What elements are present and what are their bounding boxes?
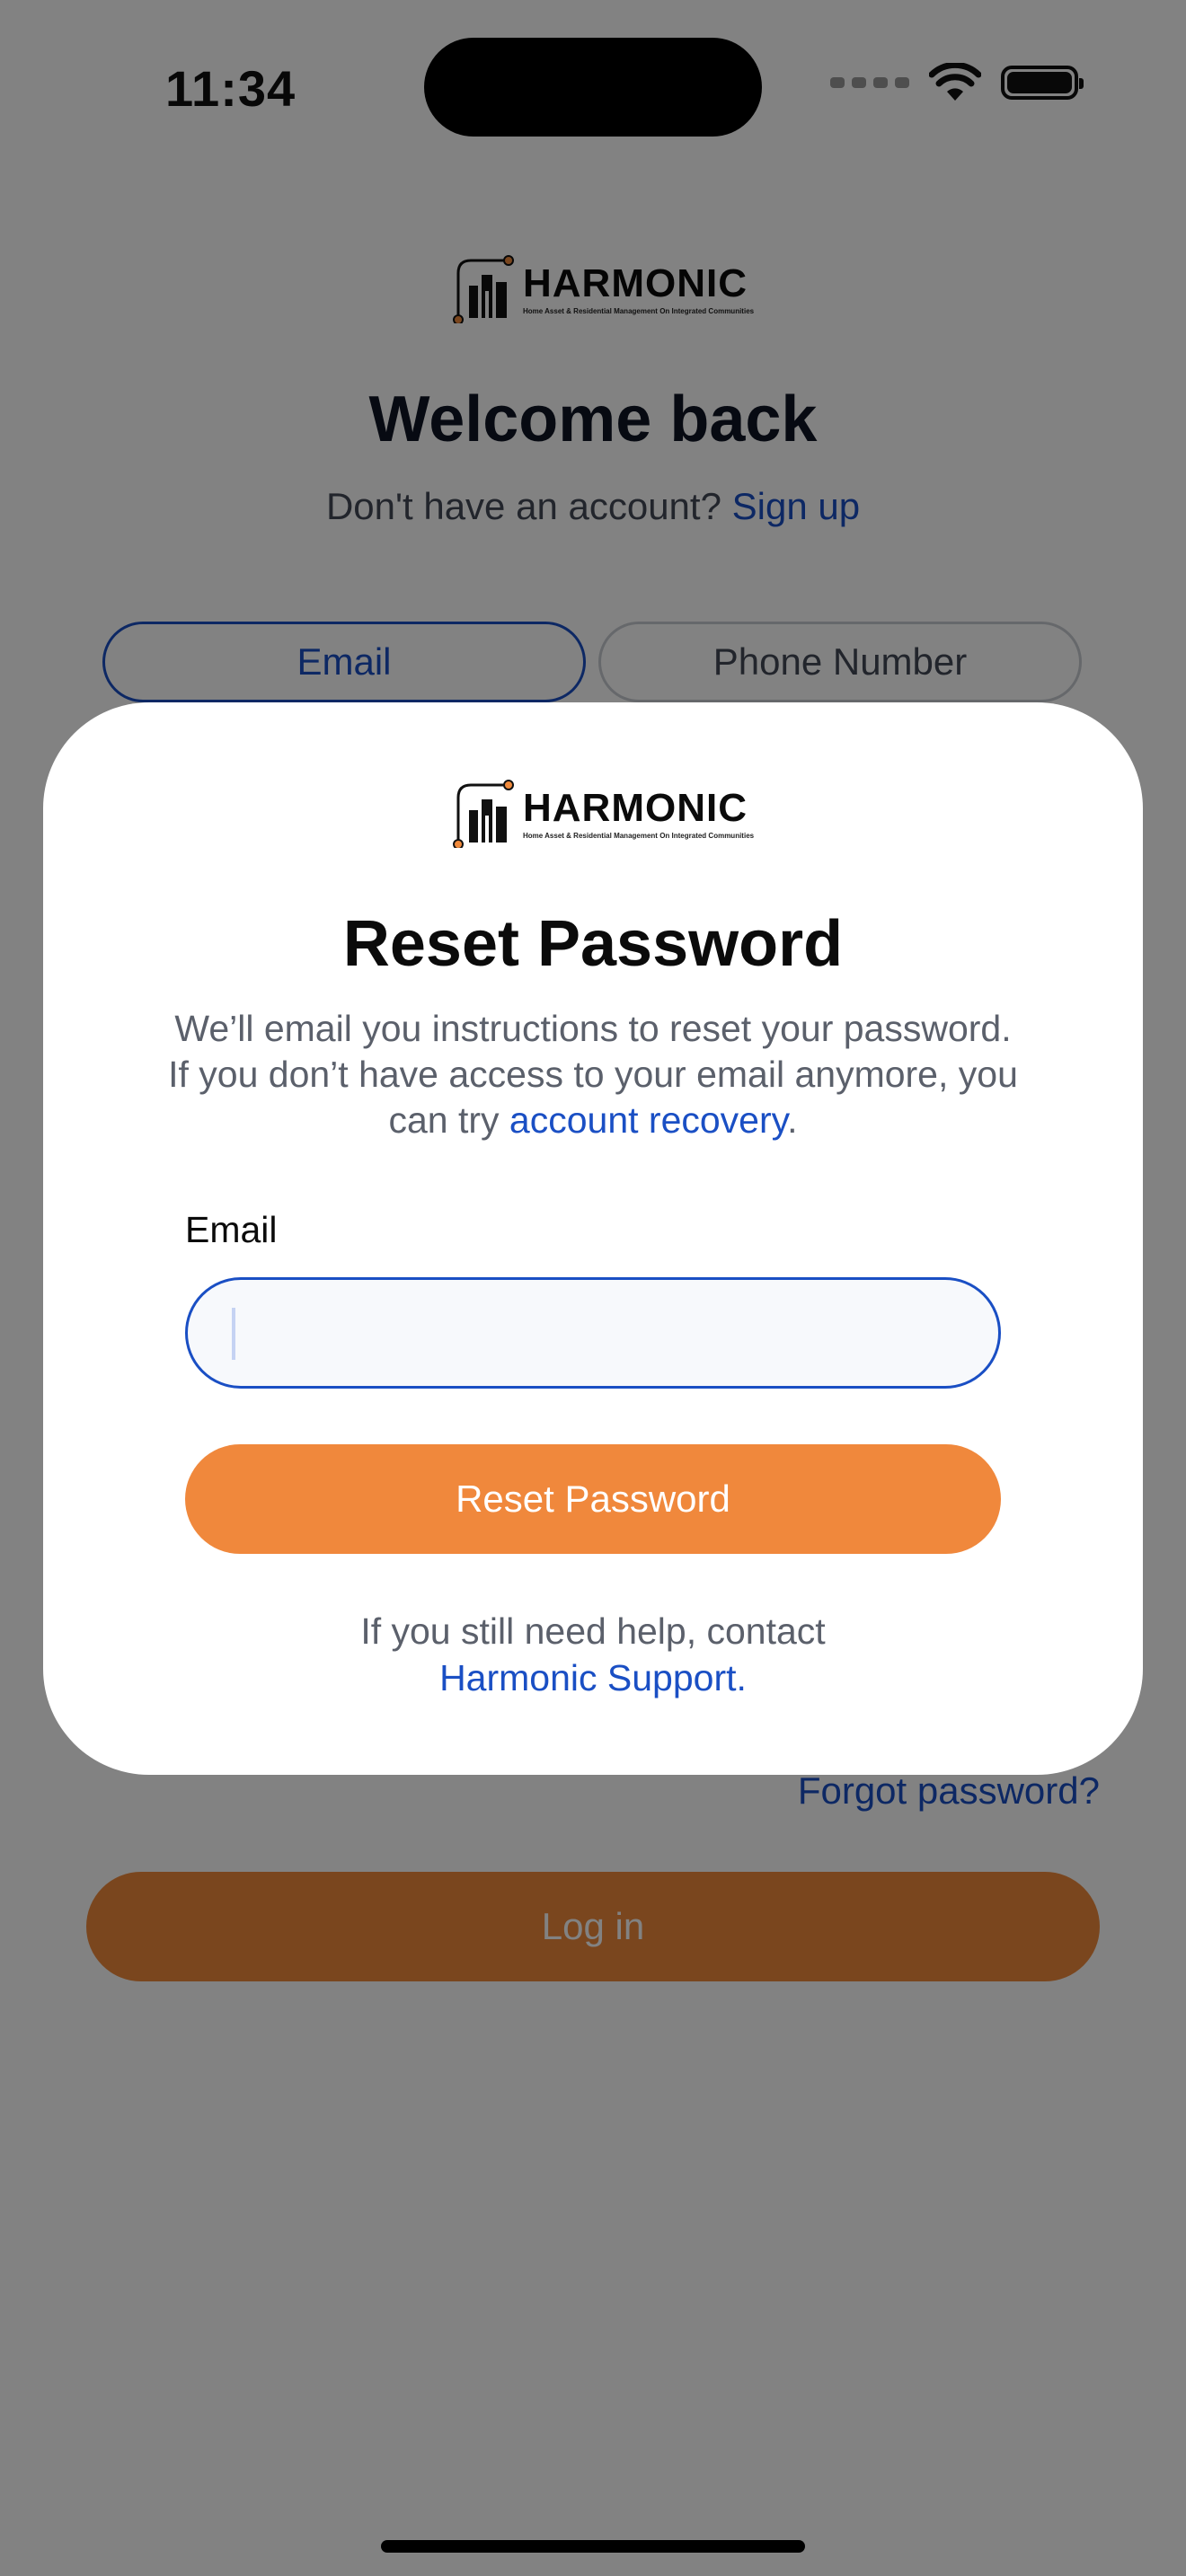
text-cursor — [232, 1308, 235, 1360]
reset-password-button[interactable]: Reset Password — [185, 1444, 1001, 1554]
harmonic-support-link[interactable]: Harmonic Support. — [43, 1654, 1143, 1701]
email-field[interactable] — [185, 1277, 1001, 1389]
modal-brand-logo: HARMONIC Home Asset & Residential Manage… — [453, 780, 754, 848]
login-screen: 11:34 HARMONIC Home Asset & Residential … — [0, 0, 1186, 2576]
modal-brand-name: HARMONIC — [523, 785, 748, 830]
account-recovery-link[interactable]: account recovery — [509, 1099, 787, 1141]
home-indicator[interactable] — [381, 2540, 805, 2553]
modal-title: Reset Password — [342, 908, 844, 980]
email-field-label: Email — [185, 1209, 278, 1250]
modal-brand-tagline: Home Asset & Residential Management On I… — [523, 831, 755, 840]
harmonic-building-logo-icon — [453, 780, 514, 848]
modal-description: We’ll email you instructions to reset yo… — [162, 1006, 1024, 1143]
help-text-line: If you still need help, contact — [360, 1610, 826, 1652]
modal-description-end: . — [787, 1099, 798, 1141]
help-text: If you still need help, contact Harmonic… — [43, 1608, 1143, 1701]
